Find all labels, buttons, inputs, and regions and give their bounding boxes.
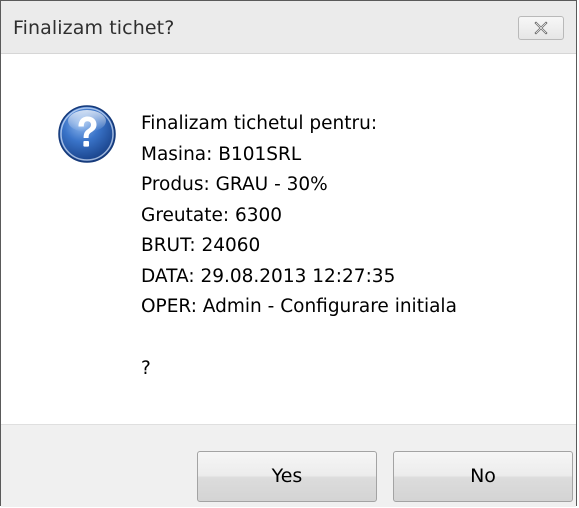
message-line-gross: BRUT: 24060 xyxy=(141,235,261,256)
dialog-title: Finalizam tichet? xyxy=(13,17,175,39)
dialog-message: Finalizam tichetul pentru: Masina: B101S… xyxy=(141,109,457,384)
message-line-product: Produs: GRAU - 30% xyxy=(141,174,328,195)
yes-button[interactable]: Yes xyxy=(197,451,377,502)
message-dialog: Finalizam tichet? Finalizam tichetul pen… xyxy=(0,0,577,507)
no-button[interactable]: No xyxy=(393,451,573,502)
title-bar[interactable]: Finalizam tichet? xyxy=(1,1,576,54)
message-line-vehicle: Masina: B101SRL xyxy=(141,143,302,165)
message-line-heading: Finalizam tichetul pentru: xyxy=(141,113,378,134)
close-icon xyxy=(534,21,548,35)
close-button[interactable] xyxy=(518,16,564,40)
dialog-content: Finalizam tichetul pentru: Masina: B101S… xyxy=(1,54,576,424)
question-icon xyxy=(58,105,116,163)
message-line-date: DATA: 29.08.2013 12:27:35 xyxy=(141,265,396,287)
message-line-weight: Greutate: 6300 xyxy=(141,204,283,226)
message-question-mark: ? xyxy=(141,357,151,379)
button-bar: Yes No xyxy=(1,424,576,507)
message-line-operator: OPER: Admin - Configurare initiala xyxy=(141,296,457,317)
